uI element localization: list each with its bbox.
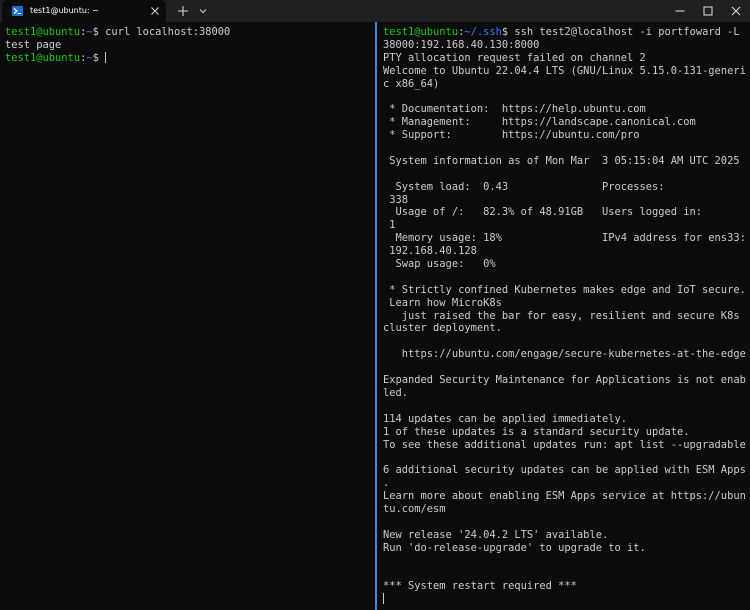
minimize-icon (675, 10, 685, 12)
command-text: ssh test2@localhost -i portfoward -L (514, 26, 740, 38)
tab-title: test1@ubuntu: ~ (30, 6, 99, 15)
terminal-output-line: System information as of Mon Mar 3 05:15… (383, 154, 740, 167)
terminal-output-line: 38000:192.168.40.130:8000 (383, 38, 540, 51)
prompt-user: test1@ubuntu (5, 26, 81, 38)
terminal-output-line: 1 of these updates is a standard securit… (383, 425, 690, 438)
terminal-line: test1@ubuntu:~$ (5, 51, 374, 65)
title-bar: test1@ubuntu: ~ (0, 0, 750, 22)
terminal-output-line: . (383, 477, 390, 490)
terminal-output-line: just raised the bar for easy, resilient … (383, 309, 740, 322)
terminal-output: 38000:192.168.40.130:8000 PTY allocation … (383, 39, 750, 593)
terminal-output-line: PTY allocation request failed on channel… (383, 51, 646, 64)
terminal-output-line: https://ubuntu.com/engage/secure-kuberne… (383, 348, 746, 361)
terminal-output-line: Swap usage: 0% (383, 258, 496, 271)
terminal-output-line: 1 (383, 219, 396, 232)
close-window-button[interactable] (722, 0, 750, 22)
terminal-output-line: * Strictly confined Kubernetes makes edg… (383, 283, 746, 296)
terminal-output-line: Expanded Security Maintenance for Applic… (383, 374, 746, 387)
terminal-icon (12, 6, 23, 16)
text-cursor (383, 593, 384, 605)
terminal-output-line: 114 updates can be applied immediately. (383, 412, 627, 425)
tab-terminal[interactable]: test1@ubuntu: ~ (2, 0, 166, 22)
terminal-output-line: 6 additional security updates can be app… (383, 464, 746, 477)
terminal-output-line: led. (383, 386, 409, 399)
command-text: curl localhost:38000 (105, 26, 231, 38)
prompt-dollar: $ (92, 51, 106, 64)
terminal-output-line: test page (5, 38, 62, 51)
terminal-output-line: Learn more about enabling ESM Apps servi… (383, 490, 746, 503)
terminal-pane-right[interactable]: test1@ubuntu:~/.ssh$ ssh test2@localhost… (377, 22, 750, 610)
terminal-output-line: * Support: https://ubuntu.com/pro (383, 129, 640, 142)
prompt-user: test1@ubuntu (383, 26, 459, 38)
terminal-line: test1@ubuntu:~$ curl localhost:38000 (5, 26, 374, 39)
terminal-output-line: New release '24.04.2 LTS' available. (383, 528, 609, 541)
prompt-path: ~/.ssh (464, 26, 502, 38)
prompt-dollar: $ (501, 26, 515, 38)
terminal-output-line: Run 'do-release-upgrade' to upgrade to i… (383, 541, 646, 554)
terminal-pane-left[interactable]: test1@ubuntu:~$ curl localhost:38000 tes… (0, 22, 374, 610)
terminal-output-line: Learn how MicroK8s (383, 296, 502, 309)
terminal-output-line: tu.com/esm (383, 502, 446, 515)
plus-icon[interactable] (176, 4, 190, 18)
maximize-icon (703, 6, 713, 16)
terminal-line (383, 593, 750, 606)
terminal-output-line: * Documentation: https://help.ubuntu.com (383, 103, 646, 116)
close-tab-icon[interactable] (150, 6, 160, 16)
text-cursor (105, 51, 107, 63)
terminal-output-line: c x86_64) (383, 77, 440, 90)
terminal-line: test1@ubuntu:~/.ssh$ ssh test2@localhost… (383, 26, 750, 39)
prompt-dollar: $ (92, 26, 106, 38)
terminal-output-line: 338 (383, 193, 409, 206)
terminal-output-line: cluster deployment. (383, 322, 502, 335)
minimize-button[interactable] (666, 0, 694, 22)
terminal-output-line: Usage of /: 82.3% of 48.91GB Users logge… (383, 206, 703, 219)
terminal-output-line: Memory usage: 18% IPv4 address for ens33… (383, 232, 746, 245)
terminal-output-line: To see these additional updates run: apt… (383, 438, 746, 451)
chevron-down-icon[interactable] (197, 5, 209, 17)
prompt-user: test1@ubuntu (5, 51, 81, 64)
terminal-output-line: 192.168.40.128 (383, 245, 477, 258)
terminal-output-line: * Management: https://landscape.canonica… (383, 116, 696, 129)
terminal-output-line: *** System restart required *** (383, 580, 577, 593)
close-icon (731, 6, 741, 16)
maximize-button[interactable] (694, 0, 722, 22)
terminal-output-line: System load: 0.43 Processes: (383, 180, 665, 193)
terminal-output-line: Welcome to Ubuntu 22.04.4 LTS (GNU/Linux… (383, 64, 746, 77)
